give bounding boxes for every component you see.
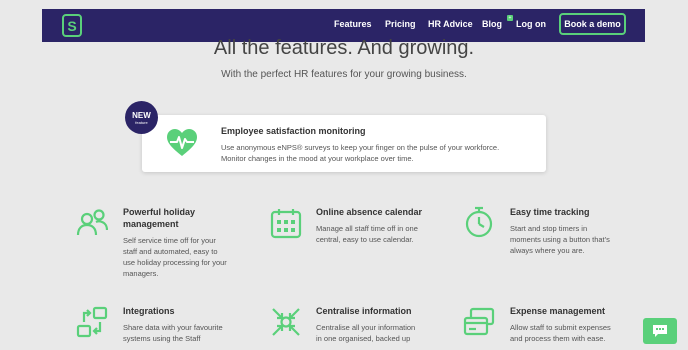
feature-desc-line: moments using a button that's [510, 235, 610, 244]
feature-desc-centralise: Centralise all your information in one o… [316, 322, 415, 344]
new-badge-icon: + [507, 15, 513, 21]
feature-title-centralise: Centralise information [316, 305, 412, 317]
feature-desc-line: staff and automated, easy to [123, 247, 218, 256]
feature-desc-line: Share data with your favourite [123, 323, 223, 332]
page: S Features Pricing HR Advice + Blog Log … [0, 0, 688, 350]
chat-icon [653, 325, 667, 337]
chat-button[interactable] [643, 318, 677, 344]
feature-title-time-tracking: Easy time tracking [510, 206, 590, 218]
nav-link-hr-advice[interactable]: HR Advice [428, 19, 473, 29]
highlight-feature-card[interactable]: Employee satisfaction monitoring Use ano… [142, 115, 546, 172]
timer-icon [465, 206, 493, 238]
new-badge-label: NEW [132, 110, 151, 120]
book-demo-button[interactable]: Book a demo [559, 13, 626, 35]
feature-desc-line: systems using the Staff [123, 334, 201, 343]
highlight-description: Use anonymous eNPS® surveys to keep your… [221, 142, 499, 164]
feature-desc-line: Centralise all your information [316, 323, 416, 332]
feature-title-calendar: Online absence calendar [316, 206, 422, 218]
feature-desc-line: Start and stop timers in [510, 224, 588, 233]
heart-pulse-icon [167, 129, 197, 156]
feature-title-line: Powerful holiday [123, 207, 196, 217]
page-subtitle: With the perfect HR features for your gr… [221, 69, 467, 80]
feature-title-line: Online absence calendar [316, 207, 423, 217]
feature-title-line: Integrations [123, 306, 175, 316]
feature-desc-line: use holiday processing for your [123, 258, 227, 267]
feature-desc-time-tracking: Start and stop timers in moments using a… [510, 223, 610, 256]
feature-desc-line: always where you are. [510, 246, 585, 255]
feature-desc-line: Self service time off for your [123, 236, 216, 245]
users-icon [76, 209, 108, 236]
new-badge-sublabel: feature [135, 119, 148, 125]
logo[interactable]: S [62, 14, 82, 37]
feature-desc-line: in one organised, backed up [316, 334, 411, 343]
feature-desc-expense: Allow staff to submit expenses and proce… [510, 322, 611, 344]
feature-desc-line: Manage all staff time off in one [316, 224, 418, 233]
new-feature-badge: NEW feature [125, 101, 158, 134]
highlight-desc-line: Monitor changes in the mood at your work… [221, 154, 414, 163]
feature-desc-holiday: Self service time off for your staff and… [123, 235, 227, 279]
highlight-desc-line: Use anonymous eNPS® surveys to keep your… [221, 143, 500, 152]
highlight-title: Employee satisfaction monitoring [221, 126, 366, 136]
feature-desc-calendar: Manage all staff time off in one central… [316, 223, 418, 245]
centralise-icon [272, 308, 300, 336]
nav-link-blog[interactable]: Blog [482, 19, 502, 29]
feature-title-line: Expense management [510, 306, 606, 316]
feature-desc-line: managers. [123, 269, 159, 278]
integrations-icon [76, 306, 108, 338]
feature-title-line: Centralise information [316, 306, 412, 316]
feature-desc-line: and process them with ease. [510, 334, 606, 343]
feature-desc-integrations: Share data with your favourite systems u… [123, 322, 223, 344]
page-title: All the features. And growing. [213, 37, 475, 59]
feature-title-line: Easy time tracking [510, 207, 590, 217]
calendar-icon [270, 209, 302, 239]
feature-desc-line: Allow staff to submit expenses [510, 323, 611, 332]
feature-title-integrations: Integrations [123, 305, 175, 317]
card-icon [463, 307, 495, 336]
nav-link-pricing[interactable]: Pricing [385, 19, 416, 29]
nav-link-features[interactable]: Features [334, 19, 372, 29]
feature-title-holiday: Powerful holiday management [123, 206, 195, 230]
feature-title-expense: Expense management [510, 305, 605, 317]
nav-link-log-on[interactable]: Log on [516, 19, 546, 29]
feature-title-line: management [123, 219, 179, 229]
feature-desc-line: central, easy to use calendar. [316, 235, 414, 244]
